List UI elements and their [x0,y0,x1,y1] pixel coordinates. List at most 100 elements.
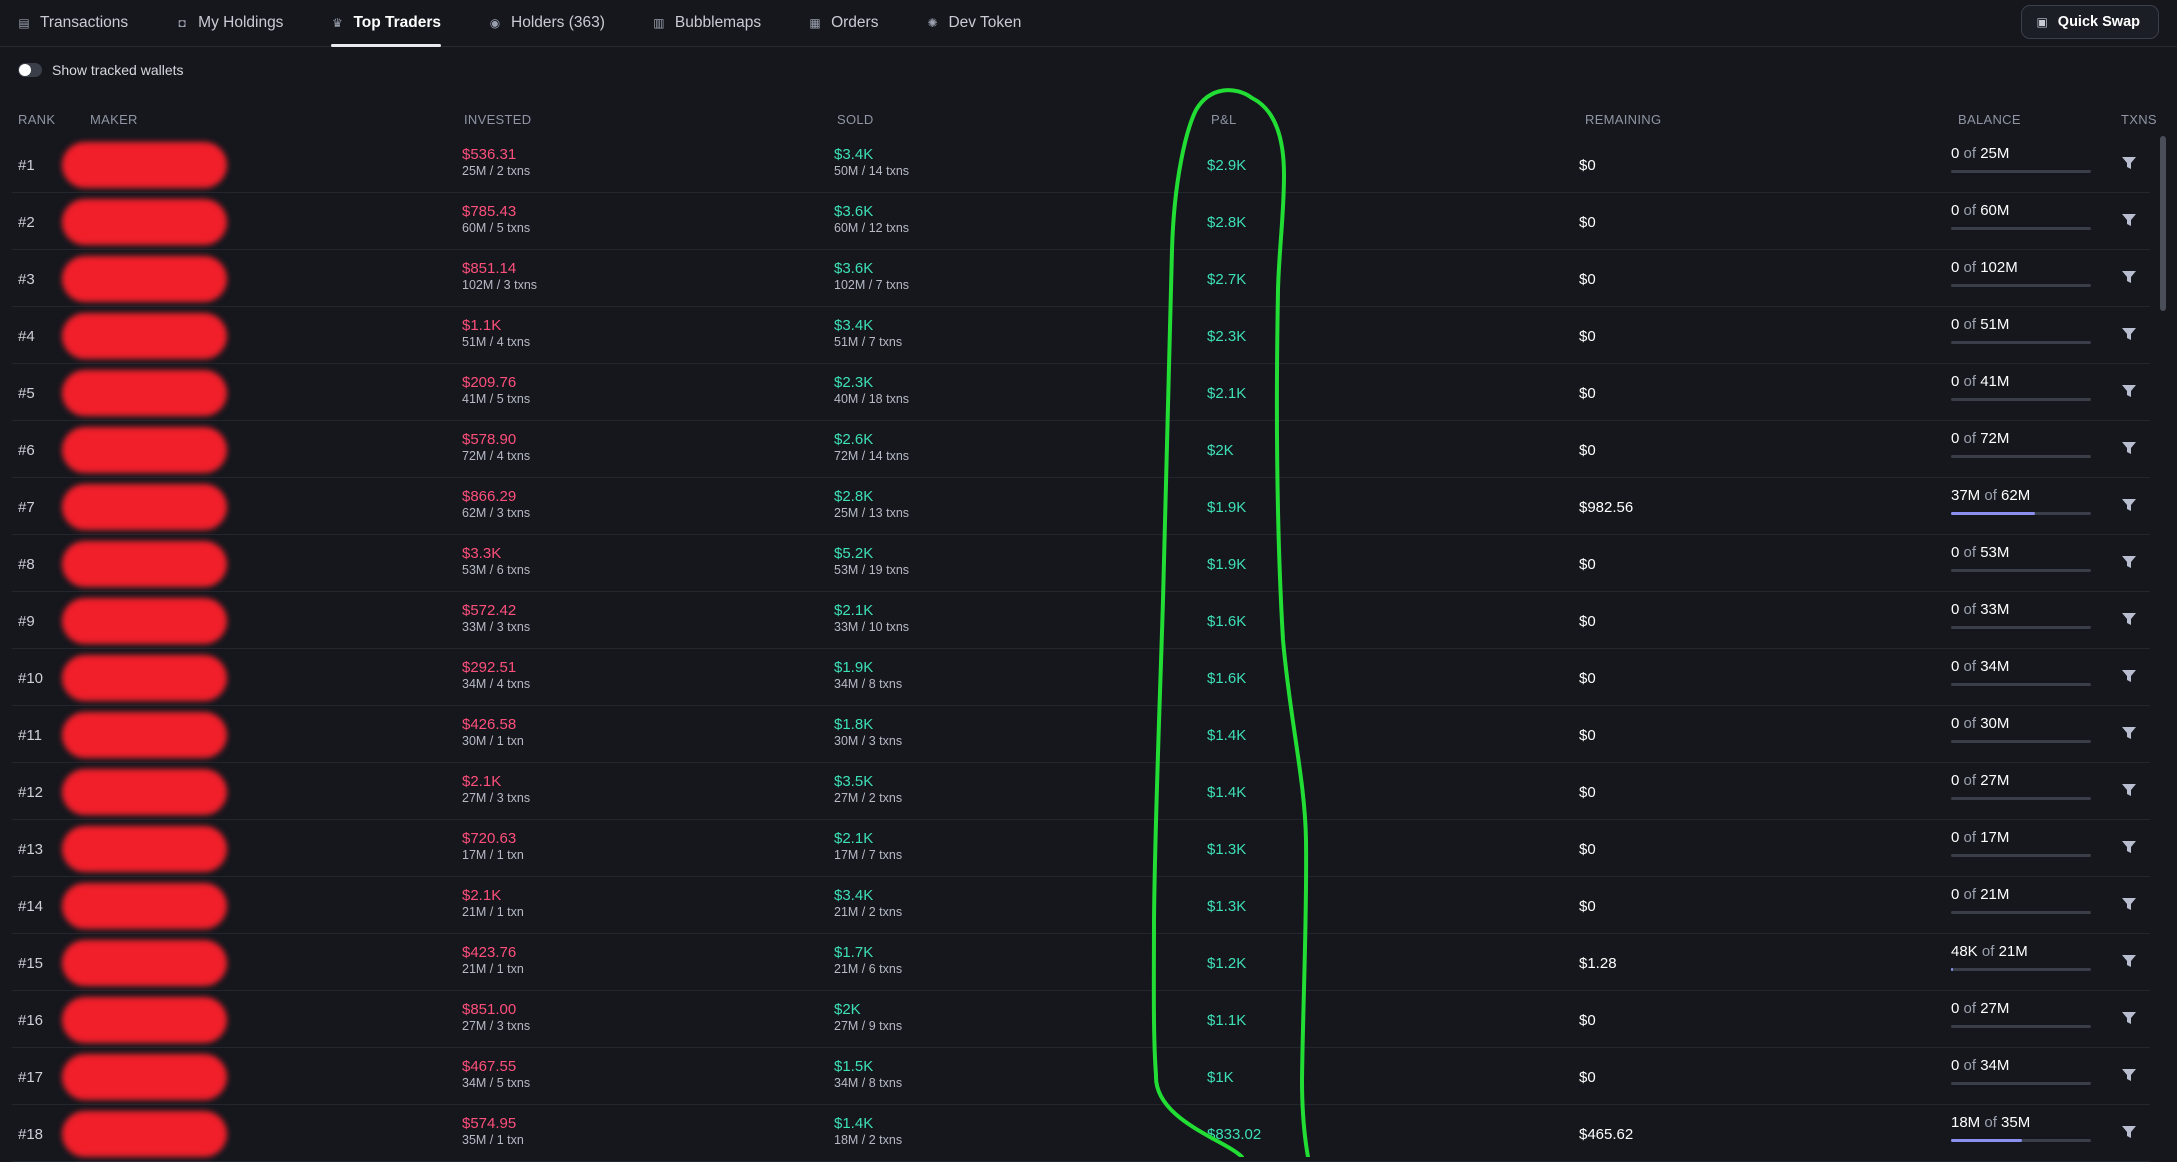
maker-redacted[interactable] [62,142,227,188]
table-row[interactable]: #12 $2.1K 27M / 3 txns $3.5K 27M / 2 txns $1.… [12,763,2150,820]
table-row[interactable]: #6 $578.90 72M / 4 txns $2.6K 72M / 14 txns $… [12,421,2150,478]
filter-icon[interactable] [2120,325,2138,343]
maker-redacted[interactable] [62,655,227,701]
maker-redacted[interactable] [62,997,227,1043]
maker-redacted[interactable] [62,598,227,644]
filter-icon[interactable] [2120,952,2138,970]
tab-transactions[interactable]: ▤ Transactions [18,0,128,46]
filter-icon[interactable] [2120,895,2138,913]
tab-label: Bubblemaps [674,14,762,31]
tab-orders[interactable]: ▦ Orders [809,0,878,46]
table-row[interactable]: #3 $851.14 102M / 3 txns $3.6K 102M / 7 txns… [12,250,2150,307]
pnl-cell: $2.1K [1207,385,1247,402]
table-row[interactable]: #15 $423.76 21M / 1 txn $1.7K 21M / 6 txns $1… [12,934,2150,991]
maker-redacted[interactable] [62,940,227,986]
table-row[interactable]: #18 $574.95 35M / 1 txn $1.4K 18M / 2 txns $8… [12,1105,2150,1162]
tab-bubblemaps[interactable]: ▥ Bubblemaps [653,0,761,46]
col-pnl[interactable]: P&L [1211,112,1236,127]
filter-icon[interactable] [2120,724,2138,742]
table-row[interactable]: #10 $292.51 34M / 4 txns $1.9K 34M / 8 txns $… [12,649,2150,706]
maker-redacted[interactable] [62,1054,227,1100]
col-rank[interactable]: RANK [18,112,55,127]
table-row[interactable]: #2 $785.43 60M / 5 txns $3.6K 60M / 12 txns $… [12,193,2150,250]
table-row[interactable]: #1 $536.31 25M / 2 txns $3.4K 50M / 14 txns $… [12,136,2150,193]
col-balance[interactable]: BALANCE [1958,112,2021,127]
table-row[interactable]: #5 $209.76 41M / 5 txns $2.3K 40M / 18 txns $… [12,364,2150,421]
filter-icon[interactable] [2120,382,2138,400]
balance-total: 41M [1980,373,2010,390]
col-txns[interactable]: TXNS [2121,112,2157,127]
filter-icon[interactable] [2120,496,2138,514]
maker-redacted[interactable] [62,1111,227,1157]
filter-icon[interactable] [2120,781,2138,799]
table-row[interactable]: #8 $3.3K 53M / 6 txns $5.2K 53M / 19 txns $1.… [12,535,2150,592]
table-row[interactable]: #9 $572.42 33M / 3 txns $2.1K 33M / 10 txns $… [12,592,2150,649]
remaining-cell: $0 [1579,670,1596,687]
balance-bar [1951,626,2091,629]
filter-icon[interactable] [2120,610,2138,628]
balance-of: of [1963,544,1977,561]
sold-cell: $1.4K 18M / 2 txns [834,1115,902,1148]
table-scrollbar[interactable] [2160,136,2166,311]
table-row[interactable]: #4 $1.1K 51M / 4 txns $3.4K 51M / 7 txns $2.3… [12,307,2150,364]
col-sold[interactable]: SOLD [837,112,874,127]
remaining-cell: $0 [1579,784,1596,801]
maker-redacted[interactable] [62,313,227,359]
filter-icon[interactable] [2120,553,2138,571]
balance-bar [1951,1082,2091,1085]
balance-of: of [1963,145,1977,162]
invested-detail: 27M / 3 txns [462,791,531,805]
maker-redacted[interactable] [62,370,227,416]
remaining-cell: $982.56 [1579,499,1634,516]
balance-bar [1951,854,2091,857]
table-row[interactable]: #13 $720.63 17M / 1 txn $2.1K 17M / 7 txns $1… [12,820,2150,877]
tab-my-holdings[interactable]: ◘ My Holdings [176,0,284,46]
filter-icon[interactable] [2120,838,2138,856]
col-remaining[interactable]: REMAINING [1585,112,1661,127]
filter-icon[interactable] [2120,211,2138,229]
table-row[interactable]: #17 $467.55 34M / 5 txns $1.5K 34M / 8 txns $… [12,1048,2150,1105]
sold-amount: $1.8K [834,716,874,733]
filter-icon[interactable] [2120,1066,2138,1084]
col-maker[interactable]: MAKER [90,112,138,127]
maker-redacted[interactable] [62,427,227,473]
balance-cell: 0 of 72M [1951,430,2093,458]
balance-of: of [1963,202,1977,219]
invested-amount: $785.43 [462,203,517,220]
invested-amount: $574.95 [462,1115,517,1132]
rank-cell: #12 [18,784,44,801]
gear-icon: ✺ [927,16,938,30]
table-row[interactable]: #16 $851.00 27M / 3 txns $2K 27M / 9 txns $1.… [12,991,2150,1048]
invested-detail: 21M / 1 txn [462,905,524,919]
wallet-icon: ◘ [178,16,186,30]
filter-icon[interactable] [2120,439,2138,457]
maker-redacted[interactable] [62,769,227,815]
filter-icon[interactable] [2120,268,2138,286]
balance-held: 0 [1951,1057,1960,1074]
tab-top-traders[interactable]: ♛ Top Traders [331,0,441,47]
table-row[interactable]: #11 $426.58 30M / 1 txn $1.8K 30M / 3 txns $1… [12,706,2150,763]
filter-icon[interactable] [2120,1009,2138,1027]
tracked-wallets-toggle[interactable] [18,63,42,77]
maker-redacted[interactable] [62,256,227,302]
maker-redacted[interactable] [62,199,227,245]
maker-redacted[interactable] [62,712,227,758]
tab-holders-363[interactable]: ◉ Holders (363) [489,0,605,46]
balance-bar [1951,911,2091,914]
invested-amount: $3.3K [462,545,502,562]
rank-cell: #16 [18,1012,44,1029]
filter-icon[interactable] [2120,154,2138,172]
tab-dev-token[interactable]: ✺ Dev Token [926,0,1021,46]
quick-swap-button[interactable]: ▣ Quick Swap [2021,5,2159,39]
maker-redacted[interactable] [62,826,227,872]
table-row[interactable]: #7 $866.29 62M / 3 txns $2.8K 25M / 13 txns $… [12,478,2150,535]
maker-redacted[interactable] [62,484,227,530]
rank-cell: #9 [18,613,35,630]
maker-redacted[interactable] [62,541,227,587]
invested-amount: $209.76 [462,374,517,391]
maker-redacted[interactable] [62,883,227,929]
table-row[interactable]: #14 $2.1K 21M / 1 txn $3.4K 21M / 2 txns $1.3… [12,877,2150,934]
filter-icon[interactable] [2120,1123,2138,1141]
filter-icon[interactable] [2120,667,2138,685]
col-invested[interactable]: INVESTED [464,112,531,127]
